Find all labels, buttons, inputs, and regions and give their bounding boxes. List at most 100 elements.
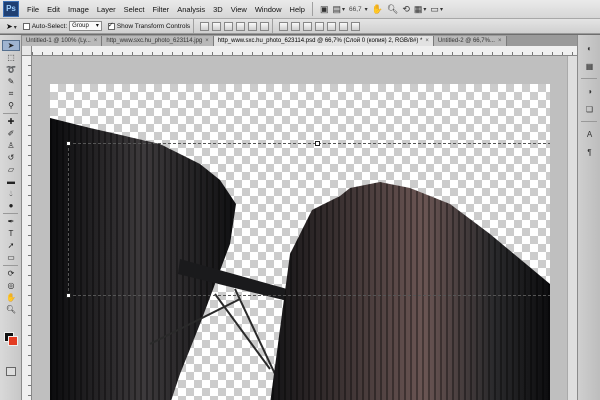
auto-select-label: Auto-Select: [31,22,68,30]
arrange-documents-icon[interactable]: ▦ ▾ [414,1,427,17]
panel-dock: ◐ ▦ ◑ ❏ A ¶ [577,35,600,400]
options-divider [272,19,274,33]
gradient-tool-icon[interactable]: ▬ [2,176,20,187]
paragraph-panel-icon[interactable]: ¶ [581,145,598,159]
tab-untitled-2[interactable]: Untitled-2 @ 66,7%... × [433,36,507,46]
quick-select-tool-icon[interactable]: ✎ [2,76,20,87]
mini-bridge-icon[interactable]: ▤ ▾ [332,1,345,17]
clone-stamp-icon[interactable]: ♙ [2,140,20,151]
distribute-right-button[interactable] [339,21,349,31]
dodge-tool-icon[interactable]: ● [2,200,20,211]
menu-help[interactable]: Help [286,0,309,19]
path-select-icon[interactable]: ➚ [2,240,20,251]
close-icon[interactable]: × [94,38,98,44]
type-tool-icon[interactable]: T [2,228,20,239]
character-panel-icon[interactable]: A [581,127,598,141]
distribute-top-button[interactable] [279,21,289,31]
quick-mask-button[interactable] [6,367,16,376]
tab-label: Untitled-2 @ 66,7%... [437,38,495,44]
menu-bar: Ps File Edit Image Layer Select Filter A… [0,0,600,19]
bridge-icon[interactable]: ▣ [320,1,329,17]
close-icon[interactable]: × [498,38,502,44]
show-transform-checkbox[interactable] [107,21,115,30]
shape-tool-icon[interactable]: ▭ [2,252,20,263]
dock-divider [581,78,597,79]
dock-grip [578,35,600,38]
tab-label: http_www.sxc.hu_photo_623114.jpg [106,38,203,44]
background-color-swatch[interactable] [8,336,18,346]
3d-rotate-icon[interactable]: ⟳ [2,268,20,279]
tab-label: Untitled-1 @ 100% (Ly... [26,38,91,44]
auto-select-dropdown[interactable]: Group [69,21,102,31]
menu-file[interactable]: File [23,0,43,19]
adjustments-panel-icon[interactable]: ◑ [581,84,598,98]
ruler-origin[interactable] [22,46,32,56]
3d-camera-icon[interactable]: ◎ [2,280,20,291]
document-canvas[interactable] [50,84,550,400]
align-left-button[interactable] [236,21,246,31]
menu-filter[interactable]: Filter [149,0,174,19]
tab-photo-psd[interactable]: http_www.sxc.hu_photo_623114.psd @ 66,7%… [213,36,434,46]
menu-image[interactable]: Image [64,0,93,19]
blur-tool-icon[interactable]: 💧︎ [2,188,20,199]
zoom-icon[interactable]: 🔍︎ [387,1,398,17]
align-bottom-button[interactable] [224,21,234,31]
close-icon[interactable]: × [205,38,209,44]
menu-window[interactable]: Window [251,0,286,19]
auto-align-button[interactable] [351,21,361,31]
healing-brush-icon[interactable]: ✚ [2,116,20,127]
layers-panel-icon[interactable]: ❏ [581,102,598,116]
distribute-bottom-button[interactable] [303,21,313,31]
toolbox-divider [3,265,18,266]
rotate-view-icon[interactable]: ⟲ [402,1,410,17]
dock-divider [581,121,597,122]
marquee-tool-icon[interactable]: ⬚ [2,52,20,63]
options-divider [193,19,195,33]
photoshop-window: Ps File Edit Image Layer Select Filter A… [0,0,600,400]
align-top-button[interactable] [200,21,210,31]
distribute-vcenter-button[interactable] [291,21,301,31]
zoom-tool-icon[interactable]: 🔍︎ [2,304,20,315]
screen-mode-icon[interactable]: ▭ ▾ [430,1,443,17]
menubar-divider [311,2,313,16]
distribute-hcenter-button[interactable] [327,21,337,31]
ps-logo[interactable]: Ps [3,1,19,17]
hand-icon[interactable]: ✋ [372,1,383,17]
toolbox-divider [3,113,18,114]
chevron-down-icon[interactable]: ▾ [365,6,368,13]
distribute-left-button[interactable] [315,21,325,31]
show-transform-label: Show Transform Controls [116,22,191,30]
color-panel-icon[interactable]: ◐ [581,41,598,55]
menu-layer[interactable]: Layer [93,0,120,19]
move-tool-icon[interactable]: ➤ [2,40,20,51]
eraser-tool-icon[interactable]: ▱ [2,164,20,175]
history-brush-icon[interactable]: ↺ [2,152,20,163]
menu-view[interactable]: View [227,0,251,19]
canvas-area[interactable] [32,56,577,400]
menu-edit[interactable]: Edit [43,0,64,19]
menu-3d[interactable]: 3D [209,0,227,19]
menu-analysis[interactable]: Analysis [173,0,209,19]
align-hcenter-button[interactable] [248,21,258,31]
swatches-panel-icon[interactable]: ▦ [581,59,598,73]
pen-tool-icon[interactable]: ✒ [2,216,20,227]
vertical-ruler[interactable] [22,56,32,400]
tab-photo-jpg[interactable]: http_www.sxc.hu_photo_623114.jpg × [102,36,214,46]
align-right-button[interactable] [260,21,270,31]
toolbox-divider [3,213,18,214]
align-vcenter-button[interactable] [212,21,222,31]
hand-tool-icon[interactable]: ✋ [2,292,20,303]
options-bar: ➤▾ Auto-Select: Group Show Transform Con… [0,19,600,34]
horizontal-ruler[interactable] [32,46,577,56]
menu-select[interactable]: Select [120,0,149,19]
brush-tool-icon[interactable]: ✐ [2,128,20,139]
move-tool-preset-icon[interactable]: ➤▾ [6,22,17,31]
crop-tool-icon[interactable]: ⌗ [2,88,20,99]
zoom-level-field[interactable]: 66,7 [347,6,364,13]
eyedropper-tool-icon[interactable]: ⚲ [2,100,20,111]
lasso-tool-icon[interactable]: ➰ [2,64,20,75]
vertical-scrollbar[interactable] [567,56,577,400]
close-icon[interactable]: × [425,38,429,44]
auto-select-checkbox[interactable] [22,22,30,30]
tab-untitled-1[interactable]: Untitled-1 @ 100% (Ly... × [22,36,103,46]
